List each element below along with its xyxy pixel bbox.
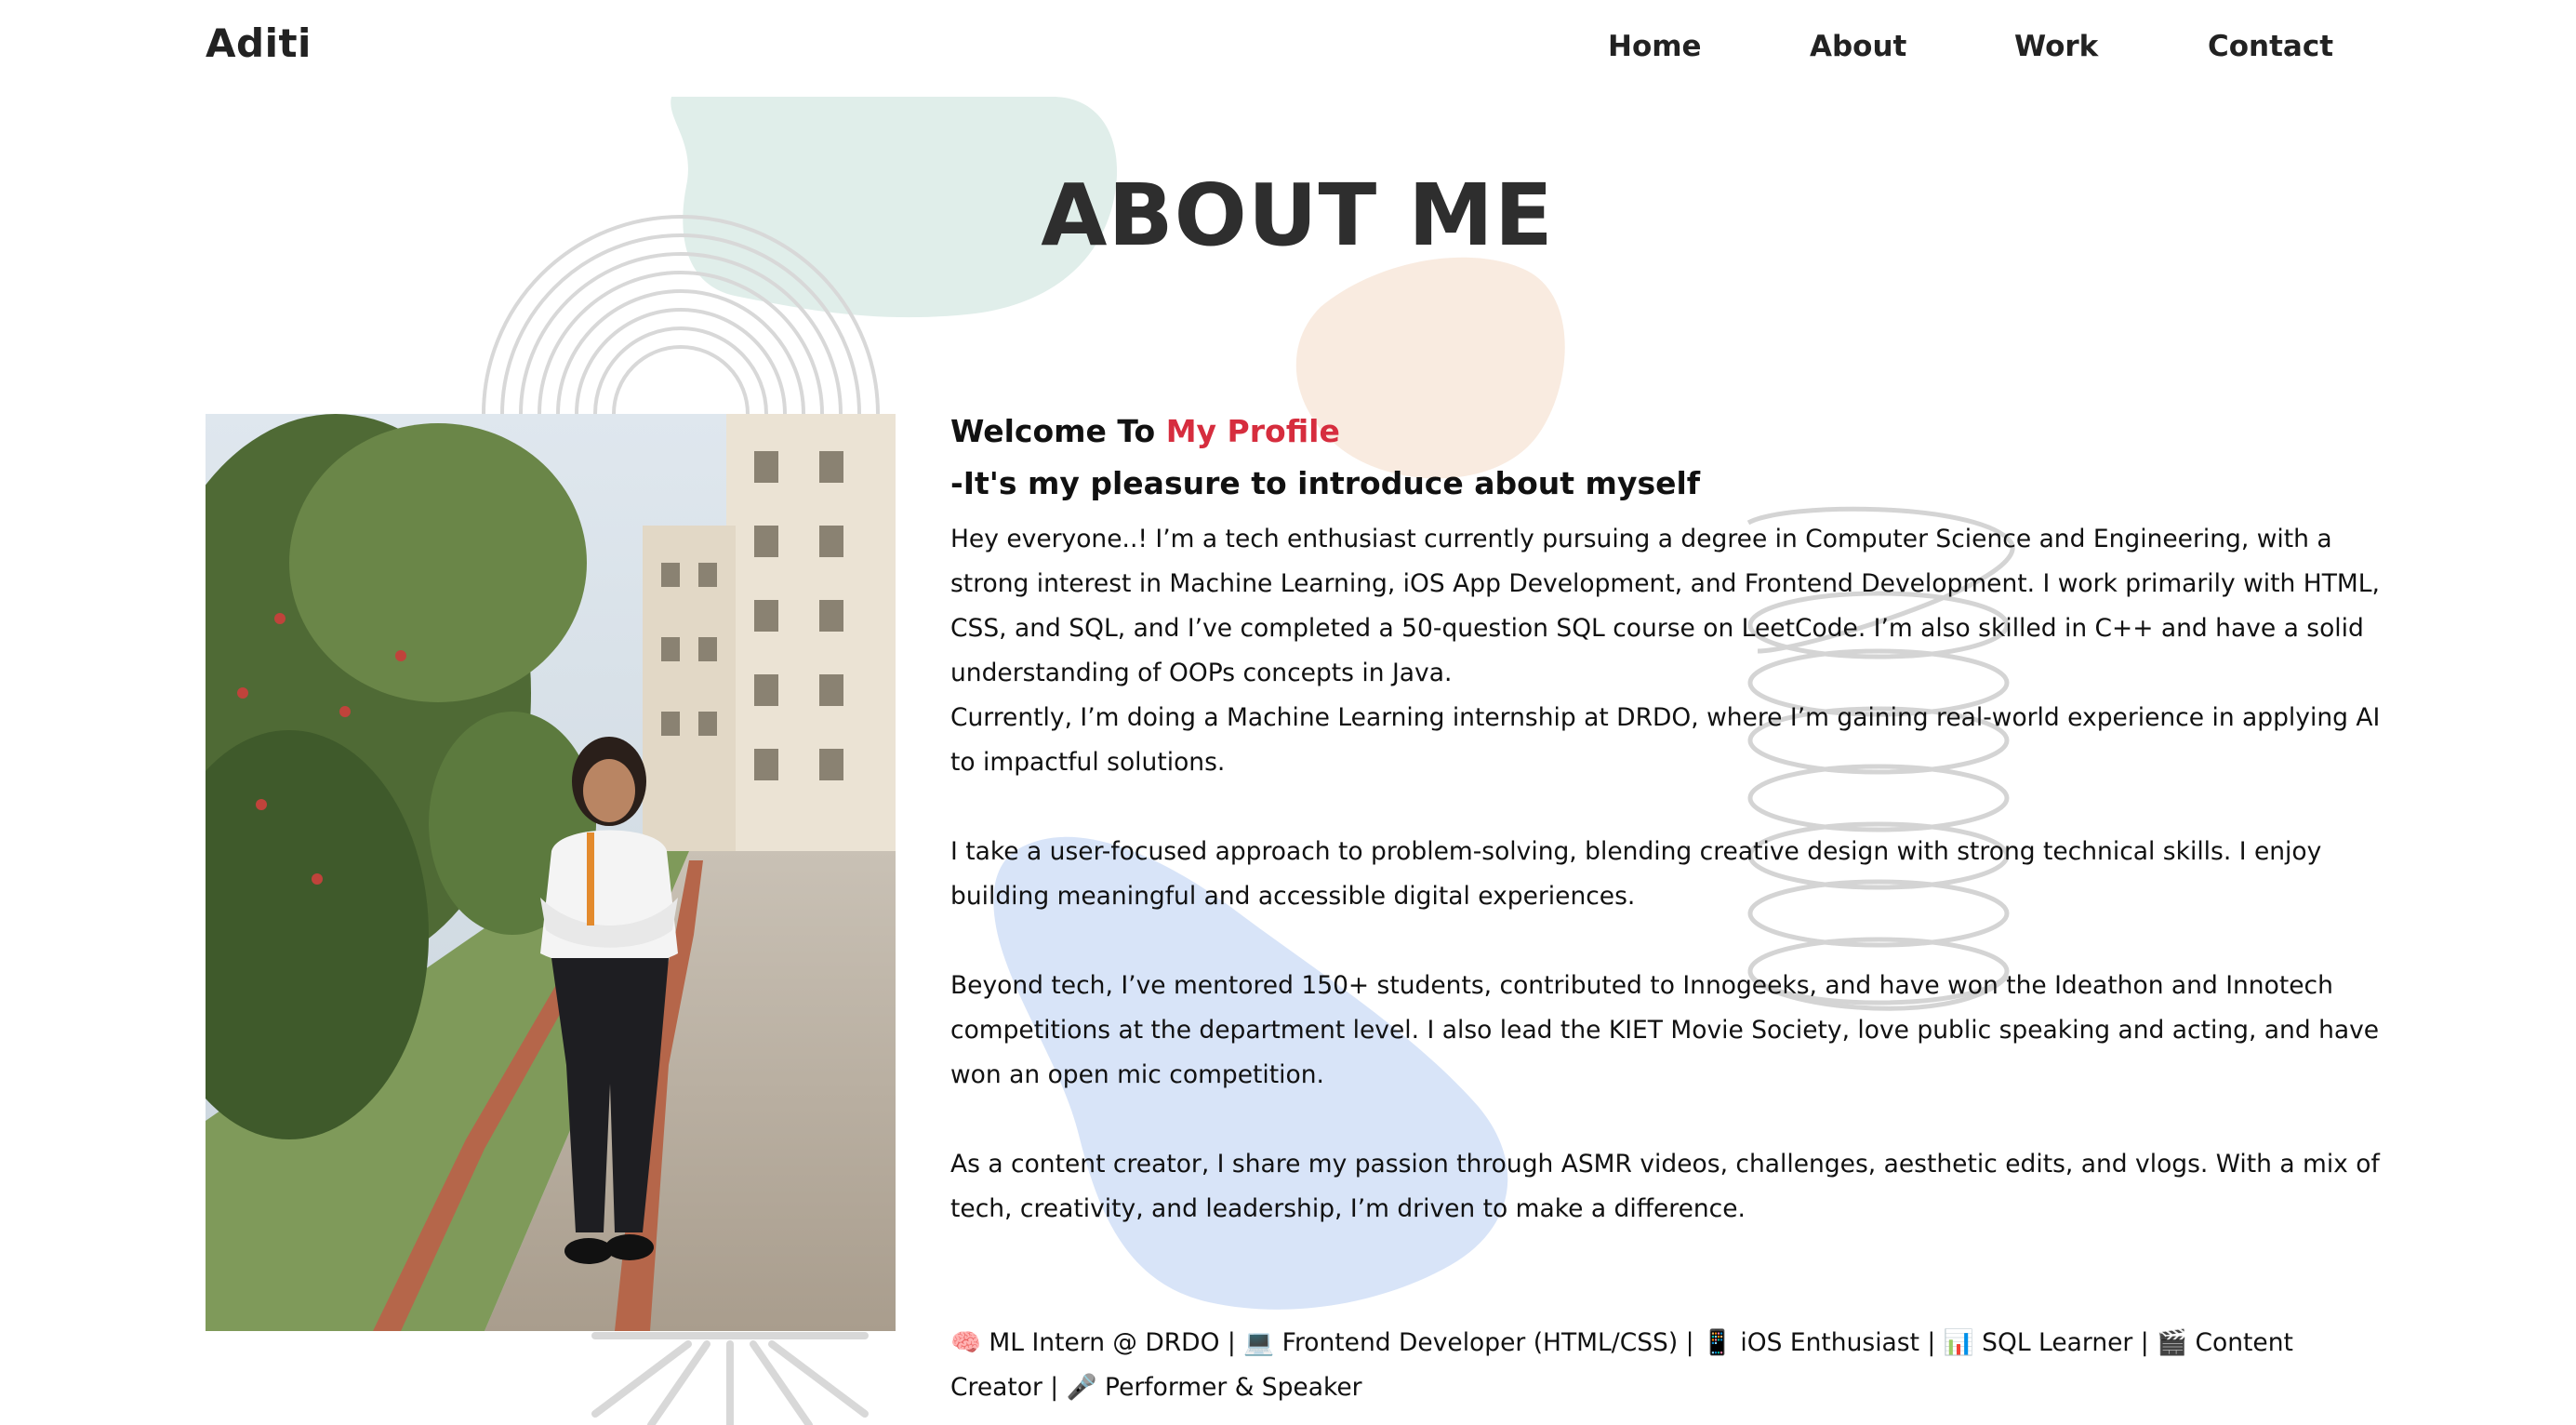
about-paragraph-1: Hey everyone..! I’m a tech enthusiast cu… <box>950 525 2380 687</box>
sunburst-lines <box>591 1332 869 1425</box>
about-paragraph-5: As a content creator, I share my passion… <box>950 1150 2380 1223</box>
nav-about[interactable]: About <box>1810 30 1906 63</box>
intro-subheading: -It's my pleasure to introduce about mys… <box>950 465 1701 501</box>
about-paragraph-4: Beyond tech, I’ve mentored 150+ students… <box>950 971 2380 1089</box>
about-paragraph-2: Currently, I’m doing a Machine Learning … <box>950 703 2381 777</box>
welcome-accent: My Profile <box>1165 413 1340 449</box>
page-title: ABOUT ME <box>1041 166 1554 265</box>
top-navigation: Aditi Home About Work Contact <box>0 0 2576 97</box>
nav-contact[interactable]: Contact <box>2208 30 2333 63</box>
welcome-prefix: Welcome To <box>950 413 1156 449</box>
welcome-heading: Welcome To My Profile <box>950 409 2392 454</box>
profile-photo-image <box>206 414 896 1331</box>
about-paragraph-3: I take a user-focused approach to proble… <box>950 837 2322 911</box>
nav-home[interactable]: Home <box>1608 30 1702 63</box>
nav-menu: Home About Work Contact <box>0 30 2576 76</box>
about-content: Welcome To My Profile -It's my pleasure … <box>950 409 2392 1410</box>
role-tags: 🧠 ML Intern @ DRDO | 💻 Frontend Develope… <box>950 1328 2293 1402</box>
nav-work[interactable]: Work <box>2014 30 2098 63</box>
profile-photo <box>206 414 896 1331</box>
